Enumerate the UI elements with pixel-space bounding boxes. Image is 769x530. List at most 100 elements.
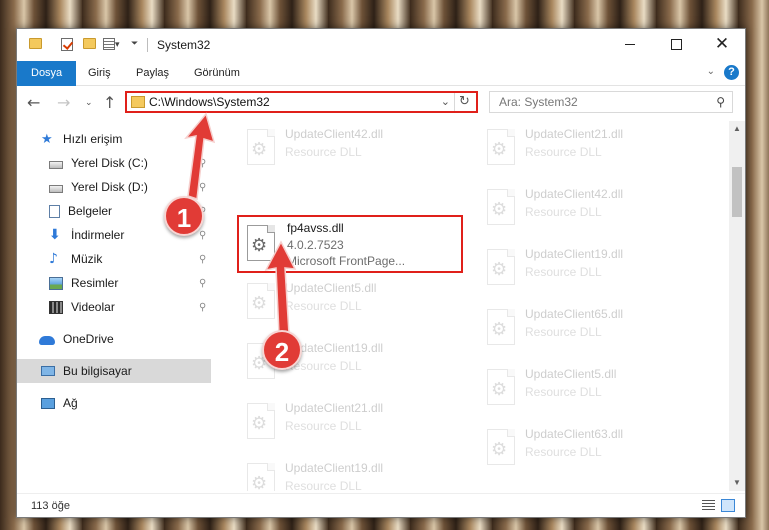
disk-icon (49, 184, 63, 193)
step-1-badge: 1 (164, 196, 204, 236)
sidebar-item-label: Ağ (63, 396, 78, 410)
new-folder-icon[interactable] (83, 38, 96, 49)
properties-icon[interactable]: ▾ (103, 38, 120, 50)
file-type: Resource DLL (525, 325, 602, 339)
file-type: Resource DLL (525, 145, 602, 159)
cloud-icon (39, 335, 55, 345)
scroll-up-icon[interactable]: ▲ (729, 121, 745, 137)
sidebar-item-onedrive[interactable]: OneDrive (17, 327, 211, 351)
file-name: fp4avss.dll (287, 221, 344, 235)
pin-icon[interactable]: ⚲ (199, 302, 206, 313)
address-dropdown-icon[interactable]: ⌄ (441, 95, 450, 108)
list-item[interactable]: ⚙ UpdateClient42.dll Resource DLL (477, 183, 703, 239)
sidebar-item-label: Bu bilgisayar (63, 364, 132, 378)
maximize-button[interactable] (653, 29, 699, 59)
tab-paylas[interactable]: Paylaş (129, 61, 176, 86)
ribbon-expand-icon[interactable]: ⌄ (707, 66, 715, 77)
sidebar-item-quick-access[interactable]: ★ Hızlı erişim (17, 127, 211, 151)
explorer-window: ▾ ⏷ System32 ✕ Dosya Giriş Paylaş Görünü… (16, 28, 746, 518)
search-input[interactable]: Ara: System32 (499, 95, 578, 109)
star-icon: ★ (41, 131, 53, 147)
file-type: Resource DLL (525, 205, 602, 219)
file-type: Resource DLL (285, 299, 362, 313)
list-item[interactable]: ⚙ UpdateClient5.dll Resource DLL (237, 277, 463, 333)
scroll-down-icon[interactable]: ▼ (729, 475, 745, 491)
search-box[interactable]: Ara: System32 ⚲ (489, 91, 733, 113)
highlighted-file-fp4avss[interactable]: ⚙ fp4avss.dll 4.0.2.7523 Microsoft Front… (237, 215, 463, 273)
sidebar-item-label: İndirmeler (71, 228, 125, 242)
vertical-scrollbar[interactable]: ▲ ▼ (729, 121, 745, 491)
properties-check-icon[interactable] (61, 38, 73, 51)
dll-file-icon: ⚙ (487, 429, 517, 467)
pin-icon[interactable]: ⚲ (199, 278, 206, 289)
step-2-badge: 2 (262, 330, 302, 370)
search-icon: ⚲ (716, 95, 725, 109)
up-button[interactable]: ↑ (103, 93, 116, 112)
music-icon: ♪ (49, 250, 58, 267)
disk-icon (49, 160, 63, 169)
window-title: System32 (157, 38, 211, 52)
file-name: UpdateClient42.dll (285, 127, 384, 141)
file-list: ⚙ UpdateClient42.dll Resource DLL ⚙ fp4a… (227, 121, 727, 491)
list-item[interactable]: ⚙ UpdateClient63.dll Resource DLL (477, 423, 703, 479)
large-icons-view-icon[interactable] (721, 499, 735, 512)
refresh-button[interactable]: ↻ (454, 93, 474, 111)
file-name: UpdateClient65.dll (525, 307, 624, 321)
folder-icon (29, 38, 42, 49)
list-item[interactable]: ⚙ UpdateClient42.dll Resource DLL (237, 123, 463, 179)
file-type: Resource DLL (525, 445, 602, 459)
file-type: Resource DLL (525, 265, 602, 279)
pin-icon[interactable]: ⚲ (199, 182, 206, 193)
file-name: UpdateClient19.dll (525, 247, 624, 261)
sidebar-item-label: OneDrive (63, 332, 114, 346)
network-icon (41, 397, 55, 409)
scrollbar-thumb[interactable] (732, 167, 742, 217)
tab-giris[interactable]: Giriş (81, 61, 118, 86)
dll-file-icon: ⚙ (487, 249, 517, 287)
dll-file-icon: ⚙ (487, 309, 517, 347)
file-name: UpdateClient42.dll (525, 187, 624, 201)
sidebar-item-disk-c[interactable]: Yerel Disk (C:) ⚲ (17, 151, 211, 175)
file-name: UpdateClient19.dll (285, 461, 384, 475)
list-item[interactable]: ⚙ UpdateClient65.dll Resource DLL (477, 303, 703, 359)
title-bar: ▾ ⏷ System32 ✕ (17, 29, 745, 61)
sidebar-item-label: Yerel Disk (D:) (71, 180, 148, 194)
dll-file-icon: ⚙ (487, 129, 517, 167)
tab-dosya[interactable]: Dosya (17, 61, 77, 86)
file-name: UpdateClient21.dll (285, 401, 384, 415)
computer-icon (41, 366, 55, 376)
sidebar-item-this-pc[interactable]: Bu bilgisayar (17, 359, 211, 383)
close-button[interactable]: ✕ (699, 29, 745, 59)
forward-button[interactable]: → (57, 93, 70, 112)
ribbon: Dosya Giriş Paylaş Görünüm ⌄ ? (17, 61, 745, 86)
sidebar-item-pictures[interactable]: Resimler ⚲ (17, 271, 211, 295)
list-item[interactable]: ⚙ UpdateClient19.dll Resource DLL (237, 457, 463, 491)
address-bar[interactable]: C:\Windows\System32 ⌄ ↻ (125, 91, 478, 113)
sidebar-item-label: Yerel Disk (C:) (71, 156, 148, 170)
quick-access-dropdown-icon[interactable]: ⏷ (131, 38, 138, 49)
list-item[interactable]: ⚙ UpdateClient5.dll Resource DLL (477, 363, 703, 419)
sidebar-item-network[interactable]: Ağ (17, 391, 211, 415)
dll-file-icon: ⚙ (247, 463, 277, 491)
pin-icon[interactable]: ⚲ (199, 254, 206, 265)
tab-gorunum[interactable]: Görünüm (187, 61, 247, 86)
dll-file-icon: ⚙ (247, 225, 277, 263)
help-icon[interactable]: ? (724, 65, 739, 80)
list-item[interactable]: ⚙ UpdateClient21.dll Resource DLL (237, 397, 463, 453)
sidebar-item-music[interactable]: ♪ Müzik ⚲ (17, 247, 211, 271)
minimize-button[interactable] (607, 29, 653, 59)
recent-locations-icon[interactable]: ⌄ (85, 97, 93, 108)
sidebar-item-label: Hızlı erişim (63, 132, 123, 146)
list-item[interactable]: ⚙ UpdateClient19.dll Resource DLL (477, 243, 703, 299)
list-item[interactable]: ⚙ UpdateClient21.dll Resource DLL (477, 123, 703, 179)
item-count: 113 öğe (31, 500, 70, 512)
address-folder-icon (131, 96, 145, 108)
sidebar-item-videos[interactable]: Videolar ⚲ (17, 295, 211, 319)
dll-file-icon: ⚙ (247, 129, 277, 167)
pin-icon[interactable]: ⚲ (199, 158, 206, 169)
address-text[interactable]: C:\Windows\System32 (149, 95, 270, 109)
file-type: Resource DLL (285, 145, 362, 159)
back-button[interactable]: ← (27, 93, 40, 112)
details-view-icon[interactable] (702, 500, 715, 511)
pin-icon[interactable]: ⚲ (199, 230, 206, 241)
